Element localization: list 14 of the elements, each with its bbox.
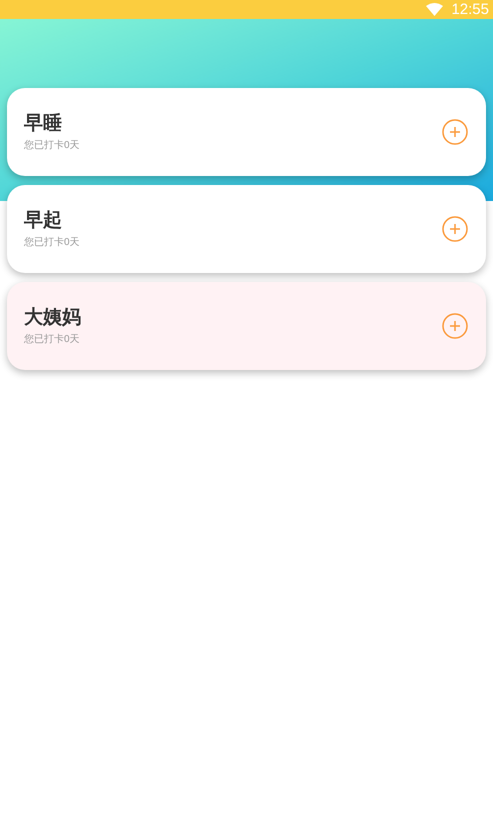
habit-title: 早起: [24, 208, 63, 233]
add-icon[interactable]: [442, 313, 468, 339]
clock-time: 12:55: [451, 2, 489, 17]
add-icon[interactable]: [442, 119, 468, 145]
add-icon[interactable]: [442, 216, 468, 242]
habit-card[interactable]: 早睡 您已打卡0天: [7, 88, 486, 176]
habit-card[interactable]: 早起 您已打卡0天: [7, 185, 486, 273]
habit-title: 大姨妈: [24, 306, 81, 330]
habit-card[interactable]: 大姨妈 您已打卡0天: [7, 282, 486, 370]
wifi-icon: [426, 3, 444, 16]
check-in-count: 您已打卡0天: [24, 236, 80, 250]
habit-title: 早睡: [24, 112, 63, 136]
check-in-count: 您已打卡0天: [24, 334, 81, 346]
check-in-count: 您已打卡0天: [24, 140, 80, 152]
